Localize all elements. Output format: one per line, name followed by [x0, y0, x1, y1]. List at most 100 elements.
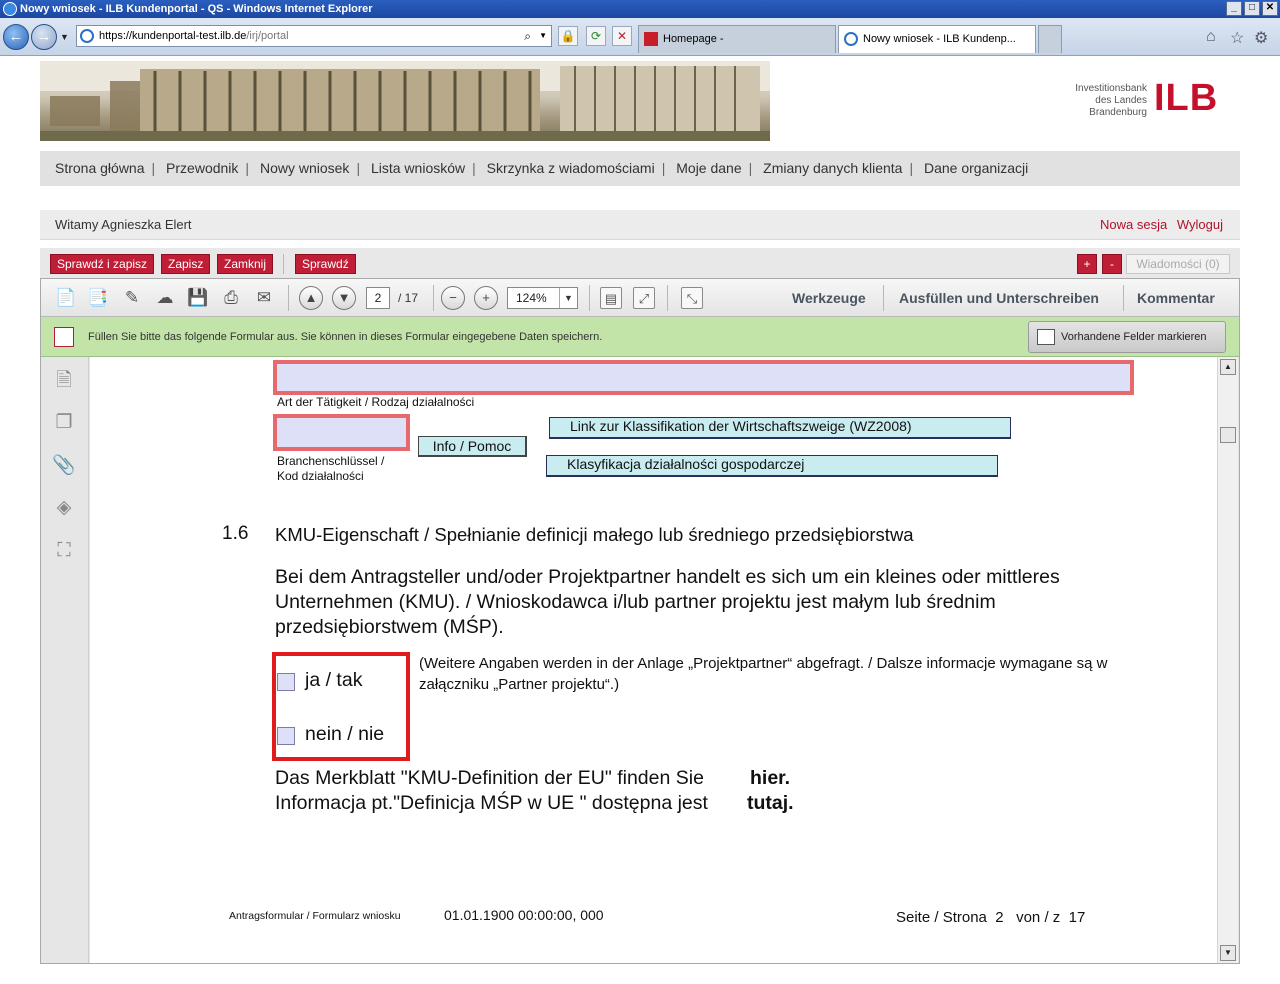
collapse-minus-button[interactable]: -: [1102, 254, 1122, 274]
header-banner-image: [40, 61, 770, 141]
nav-item-new-application[interactable]: Nowy wniosek: [260, 160, 349, 176]
toolbar-separator: [667, 285, 668, 311]
highlight-fields-button[interactable]: Vorhandene Felder markieren: [1028, 321, 1226, 353]
merkblatt-link-de[interactable]: hier.: [750, 767, 790, 790]
tab-label: Homepage -: [663, 33, 724, 45]
form-icon: [54, 327, 74, 347]
history-dropdown-icon[interactable]: ▼: [60, 32, 69, 42]
branch-code-field[interactable]: [273, 414, 410, 451]
wz2008-classification-link[interactable]: Link zur Klassifikation der Wirtschaftsz…: [549, 417, 1011, 439]
pkd-classification-link[interactable]: Klasyfikacja działalności gospodarczej: [546, 455, 998, 477]
lock-icon[interactable]: 🔒: [558, 26, 578, 46]
pages-icon[interactable]: ❐: [52, 411, 76, 435]
ilb-logo[interactable]: Investitionsbank des Landes Brandenburg …: [1070, 78, 1230, 120]
print-icon[interactable]: ⎙: [220, 287, 242, 309]
email-icon[interactable]: ✉: [253, 287, 275, 309]
save-disk-icon[interactable]: 💾: [187, 287, 209, 309]
home-icon[interactable]: ⌂: [1206, 28, 1216, 46]
settings-gear-icon[interactable]: ⚙: [1254, 28, 1268, 48]
close-window-button[interactable]: ✕: [1262, 1, 1278, 16]
layers-icon[interactable]: ◈: [52, 496, 76, 520]
merkblatt-text-pl: Informacja pt."Definicja MŚP w UE " dost…: [275, 792, 708, 814]
nav-item-inbox[interactable]: Skrzynka z wiadomościami: [487, 160, 655, 176]
binoculars-icon[interactable]: ⛶: [52, 539, 76, 563]
activity-type-field[interactable]: [273, 360, 1134, 395]
previous-page-icon[interactable]: ▲: [299, 286, 323, 310]
option-yes-label: ja / tak: [305, 669, 363, 691]
upload-cloud-icon[interactable]: ☁: [154, 287, 176, 309]
fit-width-icon[interactable]: ⤢: [633, 287, 655, 309]
create-pdf-icon[interactable]: 📄: [55, 287, 77, 309]
highlight-fields-label: Vorhandene Felder markieren: [1061, 331, 1207, 343]
option-yes-checkbox[interactable]: [277, 673, 295, 691]
ie-logo-icon: [3, 2, 17, 16]
pdf-page: Art der Tätigkeit / Rodzaj działalności …: [90, 357, 1217, 963]
address-bar[interactable]: https://kundenportal-test.ilb.de/irj/por…: [76, 25, 552, 47]
pdf-scrollbar[interactable]: ▲ ▼: [1217, 357, 1238, 963]
footer-date: 01.01.1900 00:00:00, 000: [444, 907, 604, 923]
next-page-icon[interactable]: ▼: [332, 286, 356, 310]
merkblatt-text-de: Das Merkblatt "KMU-Definition der EU" fi…: [275, 767, 704, 789]
scroll-thumb[interactable]: [1220, 427, 1236, 443]
zoom-in-icon[interactable]: +: [474, 286, 498, 310]
messages-button[interactable]: Wiadomości (0): [1126, 254, 1230, 274]
section-text: Bei dem Antragsteller und/oder Projektpa…: [275, 566, 1060, 638]
stop-icon[interactable]: ✕: [612, 26, 632, 46]
nav-item-organization-data[interactable]: Dane organizacji: [924, 160, 1028, 176]
back-button[interactable]: ←: [3, 24, 29, 50]
option-no-checkbox[interactable]: [277, 727, 295, 745]
check-button[interactable]: Sprawdź: [295, 254, 356, 274]
fit-page-icon[interactable]: ▤: [600, 287, 622, 309]
toolbar-separator: [1123, 285, 1124, 311]
edit-icon[interactable]: ✎: [121, 287, 143, 309]
forward-button[interactable]: →: [31, 24, 57, 50]
page-total: / 17: [398, 291, 419, 305]
tab-homepage[interactable]: Homepage -: [638, 25, 836, 53]
url-host: https://kundenportal-test.ilb.de: [99, 30, 247, 42]
refresh-icon[interactable]: ⟳: [586, 26, 606, 46]
logout-link[interactable]: Wyloguj: [1177, 217, 1223, 232]
comment-link[interactable]: Kommentar: [1137, 279, 1215, 317]
toolbar-separator: [589, 285, 590, 311]
activity-type-label: Art der Tätigkeit / Rodzaj działalności: [277, 395, 475, 409]
expand-plus-button[interactable]: +: [1077, 254, 1097, 274]
save-button[interactable]: Zapisz: [161, 254, 211, 274]
new-tab-button[interactable]: [1038, 25, 1062, 53]
toolbar-separator: [433, 285, 434, 311]
partner-info-note: (Weitere Angaben werden in der Anlage „P…: [419, 655, 1108, 693]
nav-item-guide[interactable]: Przewodnik: [166, 160, 238, 176]
merkblatt-link-pl[interactable]: tutaj.: [747, 792, 794, 815]
zoom-select[interactable]: 124% ▼: [507, 287, 578, 309]
fill-and-sign-link[interactable]: Ausfüllen und Unterschreiben: [899, 279, 1099, 317]
close-button[interactable]: Zamknij: [217, 254, 274, 274]
nav-item-home[interactable]: Strona główna: [55, 160, 145, 176]
search-icon[interactable]: ⌕: [524, 26, 531, 46]
zoom-out-icon[interactable]: −: [441, 286, 465, 310]
scroll-up-arrow-icon[interactable]: ▲: [1220, 359, 1236, 375]
nav-item-client-data-changes[interactable]: Zmiany danych klienta: [763, 160, 902, 176]
zoom-value: 124%: [516, 291, 547, 305]
divider: [283, 254, 284, 274]
tools-link[interactable]: Werkzeuge: [792, 279, 866, 317]
nav-item-application-list[interactable]: Lista wniosków: [371, 160, 465, 176]
fullscreen-icon[interactable]: ⤡: [681, 287, 703, 309]
favorites-star-icon[interactable]: ☆: [1230, 28, 1244, 48]
page-thumbnails-icon[interactable]: 🗎: [52, 369, 76, 393]
address-dropdown-icon[interactable]: ▼: [539, 26, 547, 46]
convert-icon[interactable]: 📑: [87, 287, 109, 309]
minimize-button[interactable]: _: [1226, 1, 1242, 16]
nav-item-my-data[interactable]: Moje dane: [676, 160, 741, 176]
attachment-paperclip-icon[interactable]: 📎: [52, 454, 76, 478]
form-info-bar: Füllen Sie bitte das folgende Formular a…: [41, 317, 1239, 357]
tab-nowy-wniosek[interactable]: Nowy wniosek - ILB Kundenp...: [838, 25, 1036, 53]
page-number-input[interactable]: 2: [366, 287, 390, 309]
tab-label: Nowy wniosek - ILB Kundenp...: [863, 33, 1016, 45]
check-and-save-button[interactable]: Sprawdź i zapisz: [50, 254, 155, 274]
new-session-link[interactable]: Nowa sesja: [1100, 217, 1167, 232]
scroll-down-arrow-icon[interactable]: ▼: [1220, 945, 1236, 961]
window-title: Nowy wniosek - ILB Kundenportal - QS - W…: [20, 3, 373, 15]
maximize-button[interactable]: □: [1244, 1, 1260, 16]
page-icon: [80, 29, 94, 43]
info-help-button[interactable]: Info / Pomoc: [418, 436, 527, 457]
chevron-down-icon[interactable]: ▼: [559, 288, 577, 308]
